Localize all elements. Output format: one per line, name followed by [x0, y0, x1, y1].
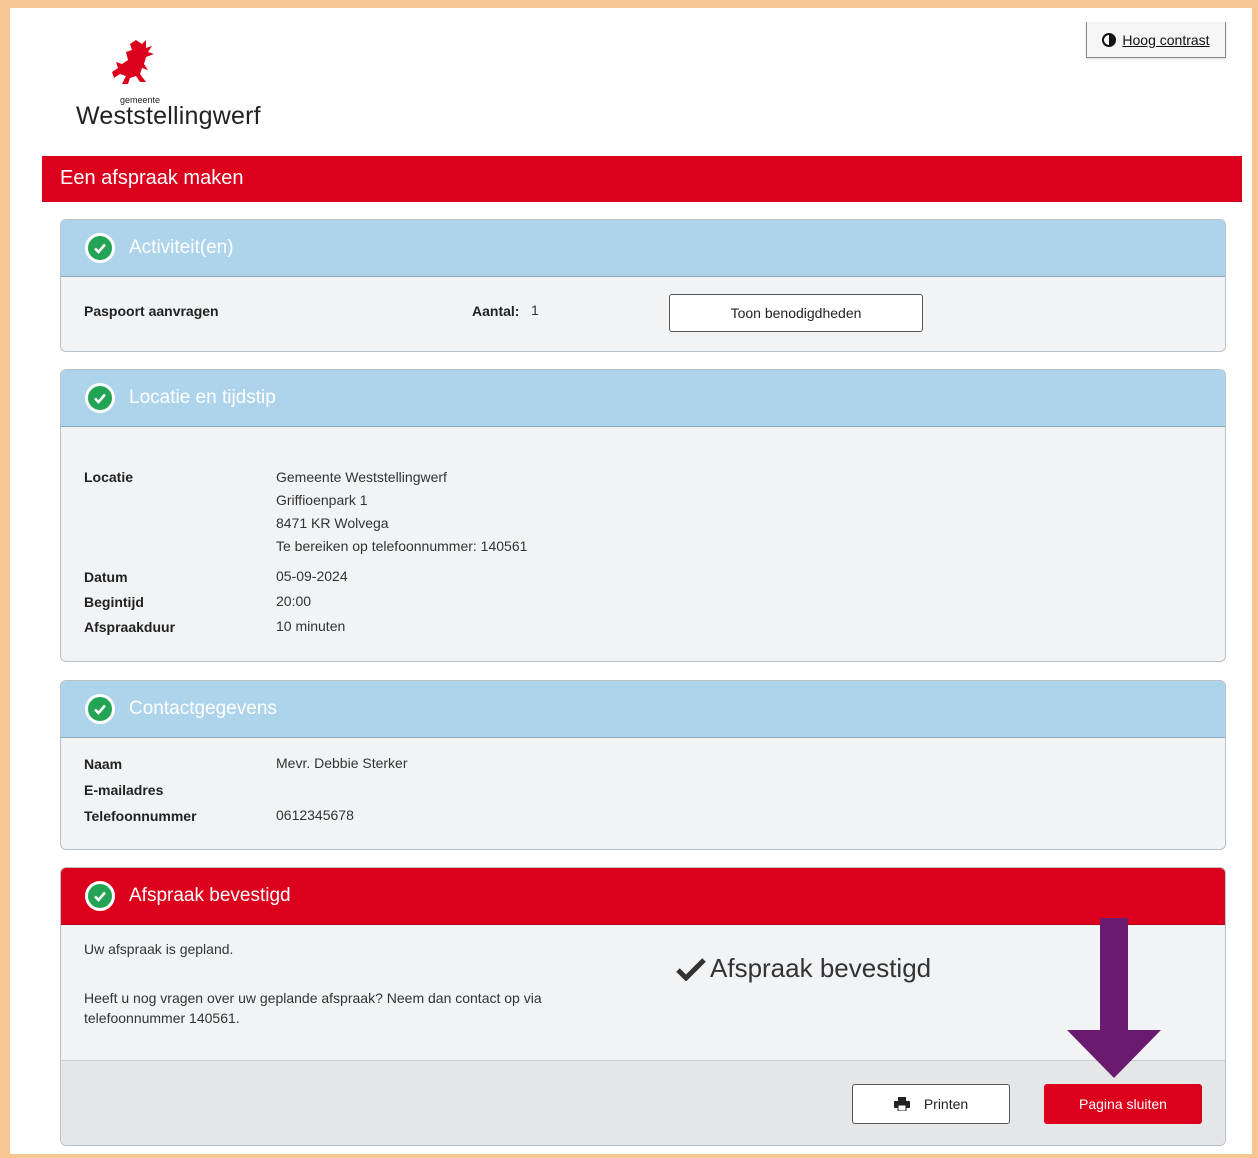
location-body: Locatie Gemeente Weststellingwerf Griffi…	[61, 427, 1225, 661]
address-line: 8471 KR Wolvega	[276, 515, 389, 531]
activities-panel: Activiteit(en) Paspoort aanvragen Aantal…	[60, 219, 1226, 352]
count-label: Aantal:	[472, 303, 520, 319]
confirmation-header: Afspraak bevestigd	[61, 868, 1225, 925]
close-page-label: Pagina sluiten	[1079, 1096, 1167, 1112]
confirmation-title: Afspraak bevestigd	[129, 885, 291, 906]
check-circle-icon	[85, 233, 115, 263]
confirmation-body: Uw afspraak is gepland. Heeft u nog vrag…	[61, 925, 1225, 1145]
start-time-label: Begintijd	[84, 594, 144, 610]
email-label: E-mailadres	[84, 782, 164, 798]
duration-value: 10 minuten	[276, 618, 346, 634]
logo-name: Weststellingwerf	[76, 102, 261, 130]
duration-label: Afspraakduur	[84, 619, 176, 635]
checkmark-icon	[676, 957, 706, 981]
close-page-button[interactable]: Pagina sluiten	[1044, 1084, 1202, 1124]
address-line: Te bereiken op telefoonnummer: 140561	[276, 538, 528, 554]
print-label: Printen	[923, 1096, 969, 1112]
page-title: Een afspraak maken	[60, 167, 244, 189]
check-circle-icon	[85, 694, 115, 724]
show-requirements-button[interactable]: Toon benodigdheden	[669, 294, 923, 332]
activities-title: Activiteit(en)	[129, 237, 234, 258]
start-time-value: 20:00	[276, 593, 312, 609]
location-label: Locatie	[84, 469, 134, 485]
confirmed-badge: Afspraak bevestigd	[676, 953, 931, 984]
activities-header: Activiteit(en)	[61, 220, 1225, 277]
address-line: Gemeente Weststellingwerf	[276, 469, 447, 485]
contact-title: Contactgegevens	[129, 698, 277, 719]
contact-panel: Contactgegevens Naam Mevr. Debbie Sterke…	[60, 680, 1226, 850]
location-header: Locatie en tijdstip	[61, 370, 1225, 427]
page: Hoog contrast gemeente Weststellingwerf …	[10, 8, 1252, 1154]
printer-icon	[893, 1097, 910, 1111]
activity-name: Paspoort aanvragen	[84, 303, 219, 319]
location-title: Locatie en tijdstip	[129, 387, 276, 408]
high-contrast-label: Hoog contrast	[1122, 31, 1210, 48]
confirmation-contact-text: Heeft u nog vragen over uw geplande afsp…	[84, 990, 542, 1026]
confirmation-panel: Afspraak bevestigd Uw afspraak is geplan…	[60, 867, 1226, 1146]
page-title-bar: Een afspraak maken	[42, 156, 1242, 202]
action-bar: Printen Pagina sluiten	[61, 1060, 1225, 1145]
contrast-icon	[1102, 32, 1117, 47]
show-requirements-label: Toon benodigdheden	[730, 305, 862, 321]
date-value: 05-09-2024	[276, 568, 348, 584]
print-button[interactable]: Printen	[852, 1084, 1010, 1124]
confirmation-text: Uw afspraak is gepland.	[84, 941, 234, 957]
name-label: Naam	[84, 756, 123, 772]
contact-body: Naam Mevr. Debbie Sterker E-mailadres Te…	[61, 738, 1225, 849]
location-panel: Locatie en tijdstip Locatie Gemeente Wes…	[60, 369, 1226, 662]
phone-label: Telefoonnummer	[84, 808, 197, 824]
activities-body: Paspoort aanvragen Aantal: 1 Toon benodi…	[61, 277, 1225, 351]
arrow-down-icon	[1067, 918, 1161, 1078]
check-circle-icon	[85, 881, 115, 911]
phone-value: 0612345678	[276, 807, 354, 823]
municipality-logo[interactable]: gemeente Weststellingwerf	[74, 38, 294, 138]
count-value: 1	[531, 302, 539, 318]
name-value: Mevr. Debbie Sterker	[276, 755, 408, 771]
griffin-logo	[112, 40, 154, 84]
check-circle-icon	[85, 383, 115, 413]
confirmed-badge-text: Afspraak bevestigd	[710, 953, 932, 983]
address-line: Griffioenpark 1	[276, 492, 368, 508]
date-label: Datum	[84, 569, 128, 585]
contact-header: Contactgegevens	[61, 681, 1225, 738]
high-contrast-button[interactable]: Hoog contrast	[1086, 22, 1226, 58]
